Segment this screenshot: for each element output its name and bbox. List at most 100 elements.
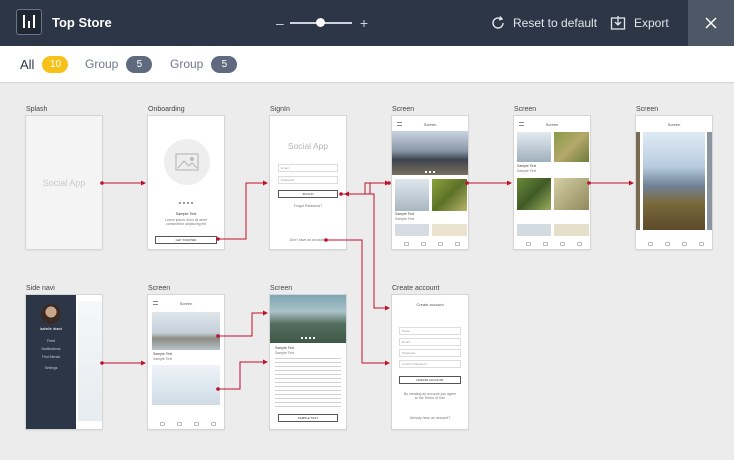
thumb-photo (554, 224, 589, 236)
screen-4-header: Screen (179, 301, 193, 306)
app-logo-icon[interactable] (16, 9, 42, 35)
create-account-header: Create account (416, 302, 444, 307)
filter-all-count-badge: 10 (42, 55, 69, 73)
terms-text: By creating an account you agree to the … (403, 392, 457, 400)
link-signin-create-2 (341, 193, 390, 311)
gallery-edge-photo (636, 132, 640, 230)
flow-canvas[interactable]: Splash Social App Onboarding Sample Text… (0, 84, 734, 460)
caption-create-account: Create account (392, 285, 440, 292)
side-item-notifications[interactable]: Notifications (26, 347, 76, 351)
create-account-button[interactable]: CREATE ACCOUNT (399, 376, 461, 384)
thumb-photo (517, 224, 551, 236)
filter-group-2-count-badge: 5 (211, 55, 238, 73)
create-name-field[interactable]: Name (399, 327, 461, 335)
side-item-settings[interactable]: Settings (26, 366, 76, 370)
tab-chat-icon[interactable] (438, 242, 443, 246)
thumb-photo (395, 179, 429, 211)
side-user-name: Isabelle Island (39, 327, 63, 331)
app-root: Top Store – + Reset to default Export Al… (0, 0, 734, 460)
screen-card-screen-2[interactable]: Screen Sample Text Sample Text (513, 115, 591, 250)
hero-photo (270, 295, 346, 343)
reset-label: Reset to default (513, 16, 598, 30)
reset-to-default-button[interactable]: Reset to default (490, 14, 597, 32)
close-icon (705, 17, 717, 29)
side-item-find-friends[interactable]: Find friends (26, 355, 76, 359)
link-screen4-screen5-b (218, 359, 268, 390)
thumb-photo (554, 132, 589, 162)
screen-4-sub: Sample Text (153, 357, 173, 361)
export-icon (610, 16, 626, 30)
create-email-field[interactable]: Email (399, 338, 461, 346)
signin-email-field[interactable]: Email (278, 164, 338, 172)
carousel-dots (301, 337, 315, 339)
create-password-field[interactable]: Password (399, 349, 461, 357)
gallery-main-photo (643, 132, 705, 230)
caption-screen-4: Screen (148, 285, 171, 292)
filter-all[interactable]: All 10 (20, 55, 69, 73)
avatar[interactable] (41, 304, 61, 324)
sample-text-button[interactable]: SAMPLE TEXT (278, 414, 338, 422)
image-placeholder-icon (175, 153, 199, 171)
export-button[interactable]: Export (610, 14, 669, 32)
zoom-out-button[interactable]: – (276, 15, 284, 31)
close-button[interactable] (688, 0, 734, 46)
carousel-dots (425, 171, 437, 173)
thumb-photo (432, 224, 467, 236)
screen-card-create-account[interactable]: Create account Name Email Password Confi… (391, 294, 469, 430)
already-have-account-link[interactable]: Already have an account? (392, 416, 468, 420)
screen-card-signin[interactable]: Social App Email Password SIGN IN Forgot… (269, 115, 347, 250)
thumb-photo (395, 224, 429, 236)
filter-bar: All 10 Group 5 Group 5 (0, 46, 734, 83)
caption-splash: Splash (26, 106, 48, 113)
flow-connections (100, 180, 634, 391)
tab-chat-icon[interactable] (194, 422, 199, 426)
gallery-edge-photo (707, 132, 712, 230)
caption-onboarding: Onboarding (148, 106, 185, 113)
screen-1-sample: Sample Text (395, 212, 415, 216)
thumb-photo (554, 178, 589, 210)
tab-search-icon[interactable] (421, 242, 426, 246)
link-signin-screen1 (341, 180, 390, 195)
screen-card-screen-3[interactable]: Screen (635, 115, 713, 250)
sign-in-button[interactable]: SIGN IN (278, 190, 338, 198)
screen-card-splash[interactable]: Social App (25, 115, 103, 250)
tab-chat-icon[interactable] (560, 242, 565, 246)
tab-profile-icon[interactable] (577, 242, 582, 246)
tab-home-icon[interactable] (404, 242, 409, 246)
tab-profile-icon[interactable] (699, 242, 704, 246)
signin-password-field[interactable]: Password (278, 176, 338, 184)
caption-signin: SignIn (270, 106, 290, 113)
tab-profile-icon[interactable] (211, 422, 216, 426)
screen-card-screen-1[interactable]: Screen Sample Text Sample Text (391, 115, 469, 250)
screen-4-sample: Sample Text (153, 352, 173, 356)
zoom-slider-handle[interactable] (316, 18, 325, 27)
side-item-feed[interactable]: Feed (26, 339, 76, 343)
thumb-photo (432, 179, 467, 211)
screen-card-onboarding[interactable]: Sample Text Lorem ipsum dolor sit amet c… (147, 115, 225, 250)
reset-icon (492, 16, 504, 29)
link-onboarding-signin (218, 180, 268, 240)
app-title: Top Store (52, 15, 112, 30)
screen-card-screen-4[interactable]: Screen Sample Text Sample Text (147, 294, 225, 430)
tab-search-icon[interactable] (177, 422, 182, 426)
screen-card-screen-5[interactable]: Sample Text Sample Text SAMPLE TEXT (269, 294, 347, 430)
forgot-password-link[interactable]: Forgot Password? (270, 204, 346, 208)
tab-home-icon[interactable] (160, 422, 165, 426)
filter-group-2[interactable]: Group 5 (170, 55, 238, 73)
thumb-photo (517, 132, 551, 162)
no-account-link[interactable]: Don't have an account? (270, 238, 346, 242)
zoom-control: – + (276, 14, 368, 32)
tab-profile-icon[interactable] (455, 242, 460, 246)
caption-screen-5: Screen (270, 285, 293, 292)
zoom-in-button[interactable]: + (360, 15, 368, 31)
tab-chat-icon[interactable] (682, 242, 687, 246)
filter-group-1[interactable]: Group 5 (85, 55, 153, 73)
city-photo (392, 131, 468, 175)
tab-search-icon[interactable] (543, 242, 548, 246)
tab-search-icon[interactable] (665, 242, 670, 246)
tab-home-icon[interactable] (526, 242, 531, 246)
tab-home-icon[interactable] (648, 242, 653, 246)
get-started-button[interactable]: GET STARTED (155, 236, 217, 244)
screen-card-side-navi[interactable]: Isabelle Island Feed Notifications Find … (25, 294, 103, 430)
create-confirm-password-field[interactable]: Confirm Password (399, 360, 461, 368)
